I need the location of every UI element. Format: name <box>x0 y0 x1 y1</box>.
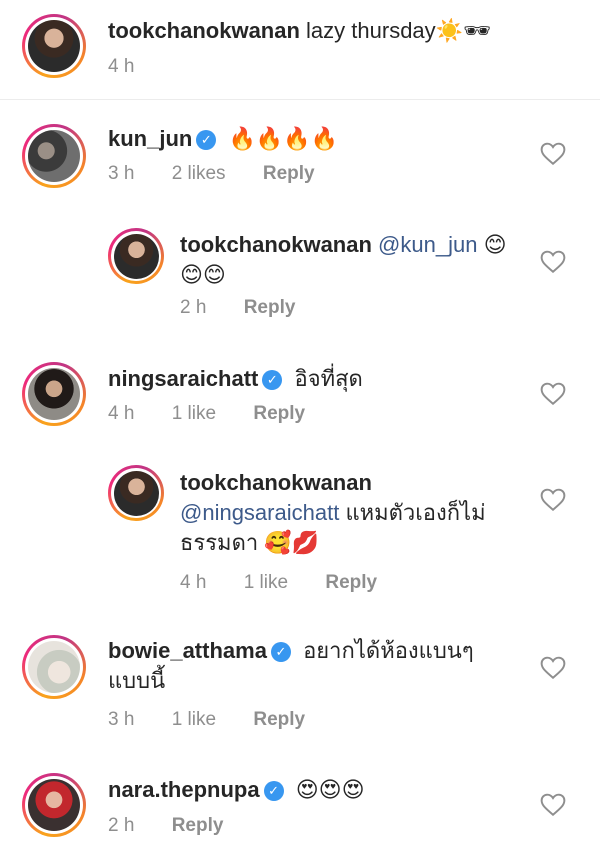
comment-text: tookchanokwanan @kun_jun 😊 😊😊 <box>180 230 520 290</box>
avatar[interactable] <box>22 773 86 837</box>
profile-photo <box>28 20 80 72</box>
profile-photo <box>28 641 80 693</box>
comment-text: ningsaraichatt ✓ อิจที่สุด <box>108 364 363 394</box>
comment-meta: 3 h 2 likes Reply <box>108 163 347 185</box>
comment-text: tookchanokwanan @ningsaraichatt แหมตัวเอ… <box>180 468 520 558</box>
reply-button[interactable]: Reply <box>253 709 305 730</box>
caption-meta: 4 h <box>108 56 166 78</box>
comment-text: kun_jun ✓ 🔥🔥🔥🔥 <box>108 124 338 154</box>
comment-body-line2: 😊😊 <box>180 262 226 287</box>
comment-meta: 4 h 1 like Reply <box>180 572 409 594</box>
timestamp: 4 h <box>108 56 135 77</box>
verified-badge-icon: ✓ <box>196 130 217 151</box>
username[interactable]: bowie_atthama <box>108 638 267 663</box>
username[interactable]: tookchanokwanan <box>180 470 372 495</box>
avatar[interactable] <box>22 362 86 426</box>
comment-body: อยากได้ห้องแบนๆ <box>303 638 474 663</box>
timestamp: 4 h <box>180 572 207 593</box>
heart-outline-icon[interactable] <box>540 250 566 274</box>
comment-body: 😍😍😍 <box>295 777 365 802</box>
heart-outline-icon[interactable] <box>540 488 566 512</box>
reply-button[interactable]: Reply <box>172 815 224 836</box>
username[interactable]: kun_jun <box>108 126 192 151</box>
reply-button[interactable]: Reply <box>325 572 377 593</box>
comment-body: 🔥🔥🔥🔥 <box>228 126 339 151</box>
heart-outline-icon[interactable] <box>540 793 566 817</box>
username[interactable]: tookchanokwanan <box>108 18 300 43</box>
heart-outline-icon[interactable] <box>540 382 566 406</box>
likes-count[interactable]: 1 like <box>172 709 216 730</box>
heart-outline-icon[interactable] <box>540 656 566 680</box>
profile-photo <box>113 470 159 516</box>
comment-text: nara.thepnupa ✓ 😍😍😍 <box>108 775 365 805</box>
avatar[interactable] <box>22 124 86 188</box>
comment-meta: 4 h 1 like Reply <box>108 403 337 425</box>
timestamp: 4 h <box>108 403 135 424</box>
mention-link[interactable]: @kun_jun <box>378 232 477 257</box>
username[interactable]: nara.thepnupa <box>108 777 260 802</box>
comment-body-line2: แบบนี้ <box>108 668 166 693</box>
reply-button[interactable]: Reply <box>263 163 315 184</box>
verified-badge-icon: ✓ <box>270 642 291 663</box>
heart-outline-icon[interactable] <box>540 142 566 166</box>
avatar[interactable] <box>22 14 86 78</box>
caption-emoji: ☀️🕶 <box>435 18 491 43</box>
comment-meta: 3 h 1 like Reply <box>108 709 337 731</box>
avatar[interactable] <box>108 228 164 284</box>
comment-meta: 2 h Reply <box>180 297 327 319</box>
comment-body: แหมตัวเองก็ไม่ <box>345 500 486 525</box>
likes-count[interactable]: 1 like <box>244 572 288 593</box>
comment-body-line3: ธรรมดา <box>180 530 259 555</box>
divider <box>0 99 600 100</box>
comment-emoji: 🥰💋 <box>264 530 320 555</box>
timestamp: 3 h <box>108 163 135 184</box>
caption-text: tookchanokwanan lazy thursday☀️🕶 <box>108 16 491 46</box>
mention-link[interactable]: @ningsaraichatt <box>180 500 339 525</box>
profile-photo <box>28 130 80 182</box>
timestamp: 2 h <box>180 297 207 318</box>
reply-button[interactable]: Reply <box>244 297 296 318</box>
verified-badge-icon: ✓ <box>262 370 283 391</box>
comment-meta: 2 h Reply <box>108 815 255 837</box>
profile-photo <box>28 779 80 831</box>
timestamp: 3 h <box>108 709 135 730</box>
avatar[interactable] <box>22 635 86 699</box>
caption-body: lazy thursday <box>306 18 436 43</box>
comment-body: อิจที่สุด <box>294 366 363 391</box>
profile-photo <box>113 233 159 279</box>
username[interactable]: ningsaraichatt <box>108 366 258 391</box>
comment-body: 😊 <box>483 232 507 257</box>
profile-photo <box>28 368 80 420</box>
comment-text: bowie_atthama ✓ อยากได้ห้องแบนๆ แบบนี้ <box>108 636 528 696</box>
avatar[interactable] <box>108 465 164 521</box>
reply-button[interactable]: Reply <box>253 403 305 424</box>
likes-count[interactable]: 1 like <box>172 403 216 424</box>
username[interactable]: tookchanokwanan <box>180 232 372 257</box>
timestamp: 2 h <box>108 815 135 836</box>
verified-badge-icon: ✓ <box>263 781 284 802</box>
likes-count[interactable]: 2 likes <box>172 163 226 184</box>
